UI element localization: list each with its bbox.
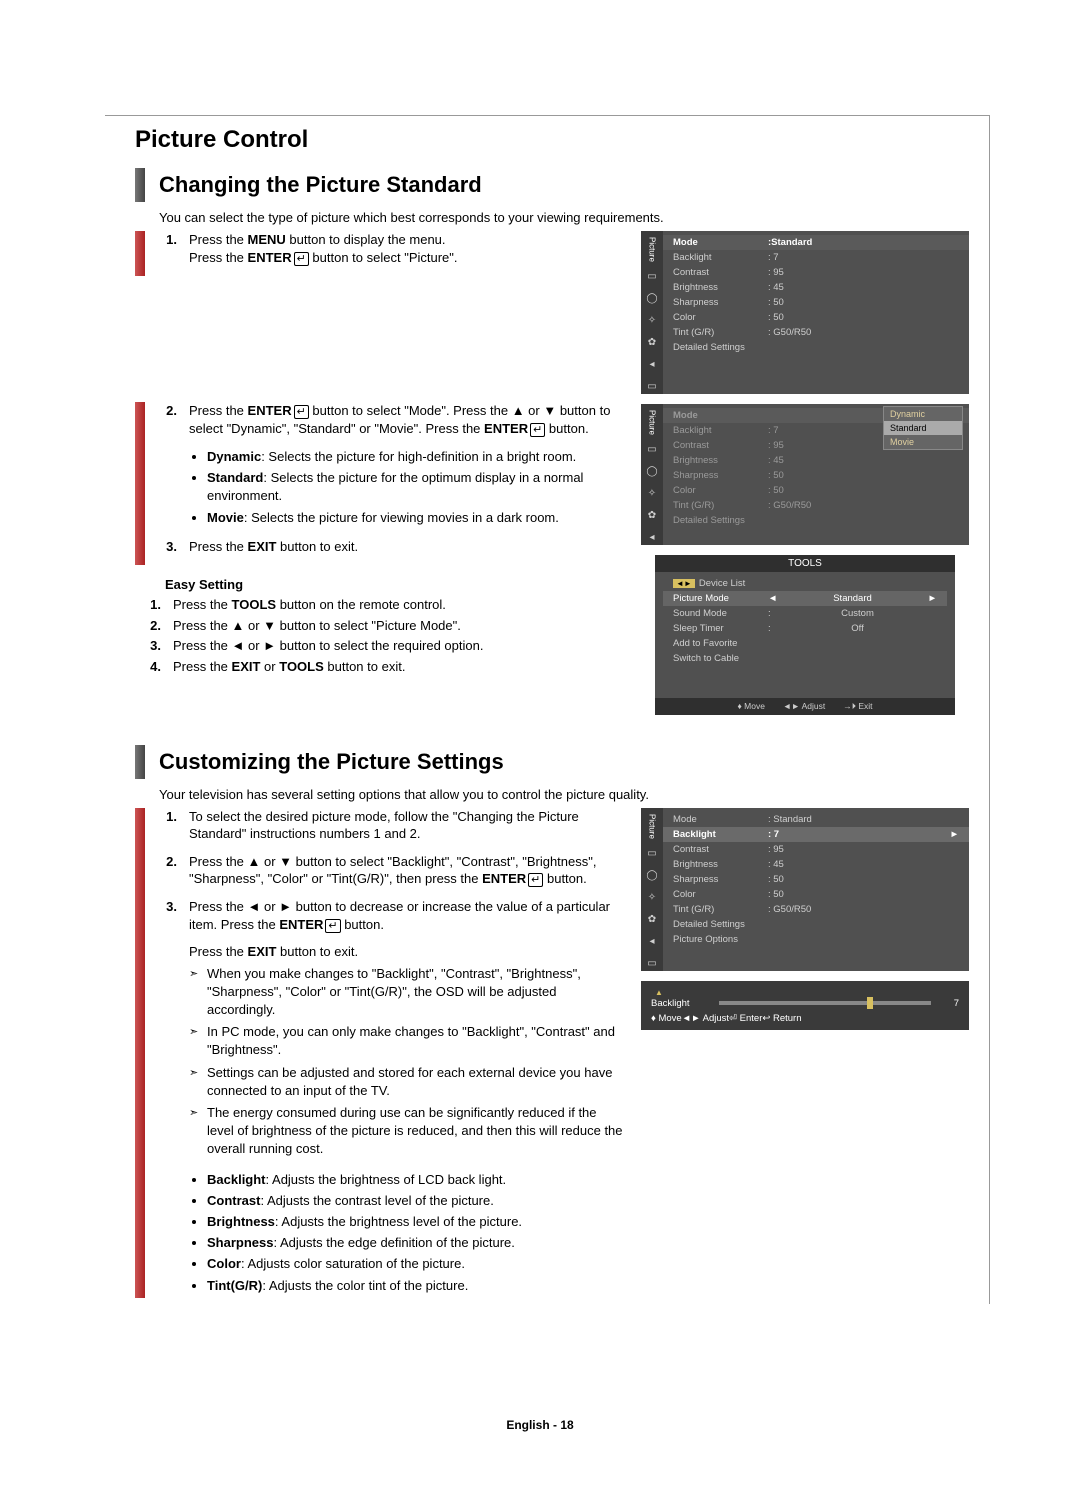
tv-icon: ▭ xyxy=(645,270,659,284)
tv-icon: ▭ xyxy=(645,443,659,457)
heading-accent xyxy=(135,745,145,779)
step: 1. Press the MENU button to display the … xyxy=(159,231,623,266)
gear-icon: ✿ xyxy=(645,509,659,523)
slider-thumb xyxy=(867,997,873,1009)
list-icon: ▭ xyxy=(645,380,659,394)
wrench-icon: ✧ xyxy=(645,487,659,501)
definitions-list: Backlight: Adjusts the brightness of LCD… xyxy=(189,1171,623,1295)
step: 4.Press the EXIT or TOOLS button to exit… xyxy=(143,658,623,676)
step: 1.To select the desired picture mode, fo… xyxy=(159,808,623,843)
heading-accent xyxy=(135,168,145,202)
step-accent xyxy=(135,402,145,565)
easy-setting-title: Easy Setting xyxy=(165,577,623,592)
step-accent xyxy=(135,231,145,276)
osd-picture-backlight: Picture ▭ ◯ ✧ ✿ ◂ ▭ Mode: StandardBackli… xyxy=(641,808,969,971)
gear-icon: ✿ xyxy=(645,336,659,350)
osd-mode-popup: Picture ▭ ◯ ✧ ✿ ◂ ModeBacklight: 7Contra… xyxy=(641,404,969,545)
circle-icon: ◯ xyxy=(645,292,659,306)
list-icon: ▭ xyxy=(645,957,659,971)
enter-icon xyxy=(292,250,309,265)
step: 1.Press the TOOLS button on the remote c… xyxy=(143,596,623,614)
circle-icon: ◯ xyxy=(645,465,659,479)
section1-title: Changing the Picture Standard xyxy=(159,168,482,202)
page-title: Picture Control xyxy=(135,126,969,154)
mode-list: Dynamic: Selects the picture for high-de… xyxy=(189,448,623,527)
slider-track xyxy=(719,1001,931,1005)
step: 3. Press the EXIT button to exit. xyxy=(159,538,623,556)
tag-icon: ◂ xyxy=(645,358,659,372)
enter-icon xyxy=(292,403,309,418)
step: 3.Press the ◄ or ► button to decrease or… xyxy=(159,898,623,933)
section1-intro: You can select the type of picture which… xyxy=(159,210,969,225)
mode-dropdown: Dynamic Standard Movie xyxy=(883,406,963,450)
wrench-icon: ✧ xyxy=(645,314,659,328)
step-accent xyxy=(135,808,145,1298)
section2-title: Customizing the Picture Settings xyxy=(159,745,504,779)
step: 2.Press the ▲ or ▼ button to select "Bac… xyxy=(159,853,623,888)
circle-icon: ◯ xyxy=(645,869,659,883)
enter-icon xyxy=(528,421,545,436)
enter-icon xyxy=(526,871,543,886)
backlight-slider-osd: ▲ Backlight 7 ♦ Move◄► Adjust⏎ Enter↩ Re… xyxy=(641,981,969,1030)
section2-intro: Your television has several setting opti… xyxy=(159,787,969,802)
tag-icon: ◂ xyxy=(645,935,659,949)
step: 2.Press the ▲ or ▼ button to select "Pic… xyxy=(143,617,623,635)
notes-list: When you make changes to "Backlight", "C… xyxy=(189,965,623,1159)
page-footer: English - 18 xyxy=(0,1418,1080,1432)
gear-icon: ✿ xyxy=(645,913,659,927)
enter-icon xyxy=(323,917,340,932)
osd-picture-menu: Picture ▭ ◯ ✧ ✿ ◂ ▭ Mode:StandardBacklig… xyxy=(641,231,969,394)
wrench-icon: ✧ xyxy=(645,891,659,905)
tv-icon: ▭ xyxy=(645,847,659,861)
tag-icon: ◂ xyxy=(645,531,659,545)
osd-tools-menu: TOOLS ◄►Device List Picture Mode◄Standar… xyxy=(655,555,955,715)
step: 3.Press the ◄ or ► button to select the … xyxy=(143,637,623,655)
step: 2. Press the ENTER button to select "Mod… xyxy=(159,402,623,438)
